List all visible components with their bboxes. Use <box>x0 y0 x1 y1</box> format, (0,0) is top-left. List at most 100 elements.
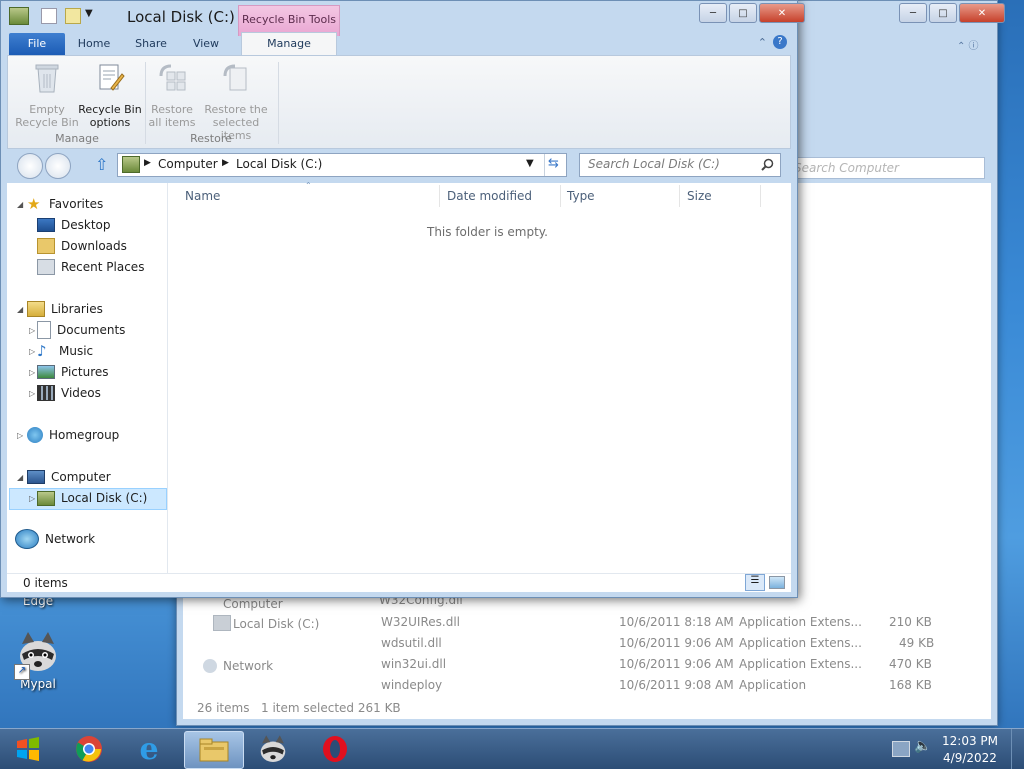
column-header-size[interactable]: Size <box>687 189 712 203</box>
table-row[interactable]: windeploy 10/6/2011 9:08 AM Application … <box>363 678 963 698</box>
minimize-button[interactable]: ─ <box>699 3 727 23</box>
bg-file-list: W32Config.dll W32UIRes.dll 10/6/2011 8:1… <box>363 593 963 693</box>
taskbar-internet-explorer[interactable]: e <box>122 731 176 767</box>
column-divider[interactable] <box>439 185 440 207</box>
close-button[interactable]: ✕ <box>759 3 805 23</box>
column-header-type[interactable]: Type <box>567 189 595 203</box>
recycle-bin-drive-icon[interactable] <box>9 7 29 25</box>
expand-arrow-icon[interactable]: ▷ <box>29 326 35 335</box>
help-icon[interactable]: ? <box>773 35 787 49</box>
forward-button[interactable] <box>45 153 71 179</box>
bg-nav-network[interactable]: Network <box>223 659 273 673</box>
up-arrow-icon[interactable]: ⇧ <box>95 155 108 174</box>
column-header-name[interactable]: Name <box>185 189 220 203</box>
bg-maximize-button[interactable]: □ <box>929 3 957 23</box>
recycle-bin-icon <box>35 64 59 93</box>
bg-nav-local-disk[interactable]: Local Disk (C:) <box>233 617 319 631</box>
breadcrumb-local-disk[interactable]: Local Disk (C:) <box>236 157 322 171</box>
ribbon-separator <box>278 62 279 144</box>
restore-selected-items-button[interactable]: Restore the selected items <box>198 62 274 142</box>
search-placeholder: Search Local Disk (C:) <box>588 157 720 171</box>
nav-favorites[interactable]: ★ Favorites <box>27 194 103 214</box>
network-tray-icon[interactable] <box>892 741 910 757</box>
new-folder-icon[interactable] <box>65 8 81 24</box>
breadcrumb-chevron-icon[interactable]: ▶ <box>222 158 229 168</box>
refresh-icon[interactable]: ⇆ <box>548 156 559 171</box>
expand-arrow-icon[interactable]: ▷ <box>29 389 35 398</box>
expand-arrow-icon[interactable]: ▷ <box>29 368 35 377</box>
taskbar-mypal[interactable] <box>246 731 300 767</box>
content-area: ◢ ★ Favorites Desktop Downloads Recent P… <box>7 181 791 573</box>
breadcrumb-chevron-icon[interactable]: ▶ <box>144 158 151 168</box>
table-row[interactable]: win32ui.dll 10/6/2011 9:06 AM Applicatio… <box>363 657 963 677</box>
title-bar[interactable]: ▼ Local Disk (C:) Recycle Bin Tools ─ □ … <box>1 1 805 36</box>
computer-icon <box>27 470 45 484</box>
music-note-icon: ♪ <box>37 342 47 360</box>
recycle-bin-options-button[interactable]: Recycle Bin options <box>78 62 142 129</box>
details-view-icon[interactable]: ☰ <box>745 574 765 591</box>
tab-manage[interactable]: Manage <box>241 32 337 57</box>
collapse-arrow-icon[interactable]: ◢ <box>17 200 23 209</box>
bg-close-button[interactable]: ✕ <box>959 3 1005 23</box>
nav-network[interactable]: Network <box>15 529 95 549</box>
taskbar-opera[interactable] <box>308 731 362 767</box>
ribbon-separator <box>145 62 146 144</box>
address-dropdown-icon[interactable]: ▼ <box>526 158 534 169</box>
back-button[interactable] <box>17 153 43 179</box>
nav-videos[interactable]: Videos <box>37 383 101 403</box>
navigation-pane[interactable]: ◢ ★ Favorites Desktop Downloads Recent P… <box>7 183 168 573</box>
collapse-arrow-icon[interactable]: ◢ <box>17 473 23 482</box>
desktop-icon-mypal[interactable]: ↗ Mypal <box>8 630 68 691</box>
expand-arrow-icon[interactable]: ▷ <box>29 494 35 503</box>
tab-file[interactable]: File <box>9 33 65 55</box>
nav-recent-places[interactable]: Recent Places <box>37 257 144 277</box>
nav-libraries[interactable]: Libraries <box>27 299 103 319</box>
expand-arrow-icon[interactable]: ▷ <box>17 431 23 440</box>
nav-homegroup[interactable]: Homegroup <box>27 425 119 445</box>
maximize-button[interactable]: □ <box>729 3 757 23</box>
search-input[interactable]: Search Local Disk (C:) <box>579 153 781 177</box>
search-icon[interactable] <box>761 158 774 171</box>
large-icons-view-icon[interactable] <box>769 576 785 589</box>
system-clock[interactable]: 12:03 PM 4/9/2022 <box>942 733 998 767</box>
column-divider[interactable] <box>760 185 761 207</box>
volume-icon[interactable]: 🔈 <box>914 738 931 754</box>
properties-icon[interactable] <box>41 8 57 24</box>
bg-nav-computer[interactable]: Computer <box>223 597 283 611</box>
minimize-ribbon-icon[interactable]: ⌃ <box>758 36 767 49</box>
bg-minimize-button[interactable]: ─ <box>899 3 927 23</box>
file-explorer-icon <box>199 738 229 762</box>
address-bar[interactable]: ▶ Computer ▶ Local Disk (C:) ▼ ⇆ <box>117 153 567 177</box>
nav-documents[interactable]: Documents <box>37 320 125 340</box>
empty-recycle-bin-button[interactable]: Empty Recycle Bin <box>12 62 82 129</box>
restore-all-items-button[interactable]: Restore all items <box>148 62 196 129</box>
expand-arrow-icon[interactable]: ▷ <box>29 347 35 356</box>
nav-desktop[interactable]: Desktop <box>37 215 111 235</box>
nav-local-disk[interactable]: Local Disk (C:) <box>37 488 147 508</box>
nav-computer[interactable]: Computer <box>27 467 111 487</box>
bg-search-input[interactable]: Search Computer <box>787 157 985 179</box>
tab-view[interactable]: View <box>185 33 227 55</box>
taskbar-file-explorer[interactable] <box>184 731 244 769</box>
quick-access-dropdown-icon[interactable]: ▼ <box>85 8 93 19</box>
bg-drive-icon <box>213 615 231 631</box>
taskbar-chrome[interactable] <box>62 731 116 767</box>
start-button[interactable] <box>0 731 56 767</box>
tab-share[interactable]: Share <box>129 33 173 55</box>
nav-pictures[interactable]: Pictures <box>37 362 109 382</box>
explorer-window[interactable]: ▼ Local Disk (C:) Recycle Bin Tools ─ □ … <box>0 0 805 598</box>
nav-music[interactable]: ♪ Music <box>37 341 93 361</box>
address-divider <box>544 154 545 176</box>
table-row[interactable]: W32UIRes.dll 10/6/2011 8:18 AM Applicati… <box>363 615 963 635</box>
column-divider[interactable] <box>679 185 680 207</box>
column-header-date-modified[interactable]: Date modified <box>447 189 532 203</box>
breadcrumb-computer[interactable]: Computer <box>158 157 218 171</box>
bg-ribbon-toggle-icon[interactable]: ⌃ ⓘ <box>957 37 979 52</box>
collapse-arrow-icon[interactable]: ◢ <box>17 305 23 314</box>
column-divider[interactable] <box>560 185 561 207</box>
show-desktop-button[interactable] <box>1011 729 1024 769</box>
nav-downloads[interactable]: Downloads <box>37 236 127 256</box>
table-row[interactable]: wdsutil.dll 10/6/2011 9:06 AM Applicatio… <box>363 636 963 656</box>
background-caption-buttons: ─ □ ✕ <box>897 3 1005 23</box>
tab-home[interactable]: Home <box>71 33 117 55</box>
